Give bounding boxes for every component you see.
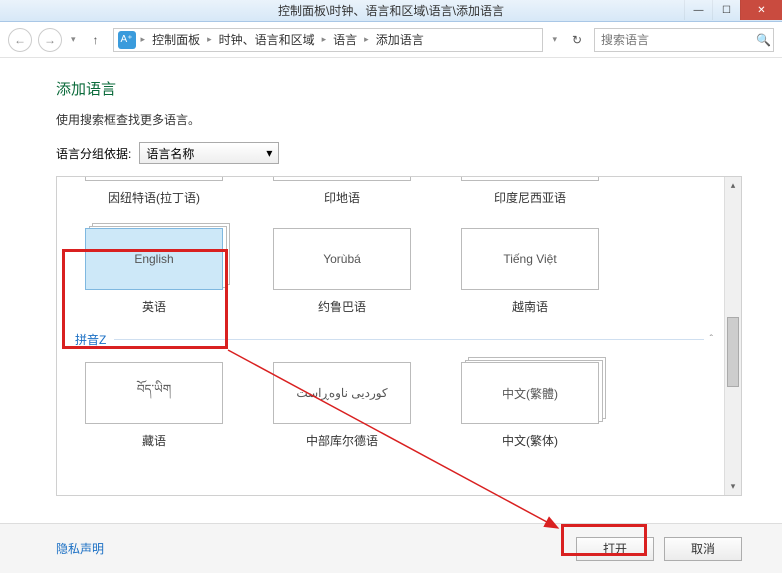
- language-label: 因纽特语(拉丁语): [108, 189, 200, 206]
- group-header-label: 拼音Z: [75, 331, 106, 348]
- language-item[interactable]: Inuktitut 因纽特语(拉丁语): [75, 181, 233, 206]
- language-item-english[interactable]: English 英语: [75, 228, 233, 315]
- language-label: 越南语: [512, 298, 548, 315]
- search-icon: 🔍: [756, 33, 771, 47]
- language-native-name: کوردیی ناوەڕاست: [296, 386, 387, 400]
- chevron-right-icon: ▸: [319, 34, 330, 45]
- language-native-name: Yorùbá: [323, 252, 361, 266]
- chevron-right-icon: ▸: [361, 34, 372, 45]
- breadcrumb-item[interactable]: 添加语言: [374, 31, 426, 48]
- refresh-button[interactable]: ↻: [566, 29, 588, 51]
- language-item[interactable]: नेपाली 印地语: [263, 181, 421, 206]
- arrow-right-icon: →: [44, 33, 56, 47]
- arrow-up-icon: ↑: [93, 33, 99, 47]
- breadcrumb-item[interactable]: 控制面板: [150, 31, 202, 48]
- language-list: Inuktitut 因纽特语(拉丁语) नेपाली 印地语 Bahasa In…: [56, 176, 742, 496]
- arrow-left-icon: ←: [14, 33, 26, 47]
- up-button[interactable]: ↑: [85, 29, 107, 51]
- collapse-icon[interactable]: ˆ: [710, 334, 713, 345]
- language-tile: English: [85, 228, 223, 290]
- language-label: 中部库尔德语: [306, 432, 378, 449]
- scrollbar[interactable]: ▴ ▾: [724, 177, 741, 495]
- open-button[interactable]: 打开: [576, 537, 654, 561]
- language-tile: བོད་ཡིག: [85, 362, 223, 424]
- chevron-right-icon: ▸: [138, 34, 149, 45]
- breadcrumb-dropdown[interactable]: ▾: [552, 34, 557, 45]
- language-tile: Tiếng Việt: [461, 228, 599, 290]
- close-button[interactable]: ✕: [740, 0, 782, 20]
- titlebar: 控制面板\时钟、语言和区域\语言\添加语言 — ☐ ✕: [0, 0, 782, 22]
- language-label: 英语: [142, 298, 166, 315]
- search-input[interactable]: [601, 33, 756, 47]
- language-native-name: 中文(繁體): [502, 385, 558, 402]
- window-title: 控制面板\时钟、语言和区域\语言\添加语言: [278, 2, 504, 19]
- globe-icon: A⁺: [118, 31, 136, 49]
- language-native-name: བོད་ཡིག: [137, 376, 171, 410]
- language-label: 藏语: [142, 432, 166, 449]
- language-tile: کوردیی ناوەڕاست: [273, 362, 411, 424]
- search-box[interactable]: 🔍: [594, 28, 774, 52]
- language-tile: नेपाली: [273, 177, 411, 181]
- scroll-down-icon[interactable]: ▾: [725, 478, 741, 495]
- language-label: 印地语: [324, 189, 360, 206]
- privacy-link[interactable]: 隐私声明: [56, 540, 104, 557]
- language-native-name: Tiếng Việt: [503, 252, 556, 266]
- history-dropdown[interactable]: ▾: [71, 34, 76, 45]
- language-row: Inuktitut 因纽特语(拉丁语) नेपाली 印地语 Bahasa In…: [65, 177, 723, 216]
- language-label: 中文(繁体): [502, 432, 558, 449]
- content-area: 添加语言 使用搜索框查找更多语言。 语言分组依据: 语言名称 ▾ Inuktit…: [0, 58, 782, 496]
- language-row: English 英语 Yorùbá 约鲁巴语 Tiếng Việt 越南语: [65, 216, 723, 325]
- toolbar: ← → ▾ ↑ A⁺ ▸ 控制面板 ▸ 时钟、语言和区域 ▸ 语言 ▸ 添加语言…: [0, 22, 782, 58]
- footer: 隐私声明 打开 取消: [0, 523, 782, 573]
- scroll-thumb[interactable]: [727, 317, 739, 387]
- group-by-value: 语言名称: [146, 145, 194, 162]
- language-tile: Yorùbá: [273, 228, 411, 290]
- breadcrumb[interactable]: A⁺ ▸ 控制面板 ▸ 时钟、语言和区域 ▸ 语言 ▸ 添加语言: [113, 28, 544, 52]
- language-row: བོད་ཡིག 藏语 کوردیی ناوەڕاست 中部库尔德语 中文(繁體)…: [65, 350, 723, 459]
- minimize-button[interactable]: —: [684, 0, 712, 20]
- breadcrumb-item[interactable]: 语言: [331, 31, 359, 48]
- language-item[interactable]: 中文(繁體) 中文(繁体): [451, 362, 609, 449]
- group-by-select[interactable]: 语言名称 ▾: [139, 142, 279, 164]
- hint-text: 使用搜索框查找更多语言。: [56, 111, 742, 128]
- group-by-label: 语言分组依据:: [56, 145, 131, 162]
- language-item[interactable]: کوردیی ناوەڕاست 中部库尔德语: [263, 362, 421, 449]
- window-controls: — ☐ ✕: [684, 0, 782, 20]
- language-label: 印度尼西亚语: [494, 189, 566, 206]
- breadcrumb-item[interactable]: 时钟、语言和区域: [217, 31, 317, 48]
- maximize-button[interactable]: ☐: [712, 0, 740, 20]
- chevron-right-icon: ▸: [204, 34, 215, 45]
- language-item[interactable]: Bahasa Indonesia 印度尼西亚语: [451, 181, 609, 206]
- group-by-row: 语言分组依据: 语言名称 ▾: [56, 142, 742, 164]
- page-title: 添加语言: [56, 78, 742, 99]
- language-label: 约鲁巴语: [318, 298, 366, 315]
- language-item[interactable]: Yorùbá 约鲁巴语: [263, 228, 421, 315]
- scroll-up-icon[interactable]: ▴: [725, 177, 741, 194]
- divider: [114, 339, 703, 340]
- language-item[interactable]: བོད་ཡིག 藏语: [75, 362, 233, 449]
- language-tile: Bahasa Indonesia: [461, 177, 599, 181]
- refresh-icon: ↻: [572, 33, 582, 47]
- language-native-name: English: [134, 252, 173, 266]
- language-tile: 中文(繁體): [461, 362, 599, 424]
- chevron-down-icon: ▾: [266, 146, 272, 160]
- forward-button[interactable]: →: [38, 28, 62, 52]
- language-item[interactable]: Tiếng Việt 越南语: [451, 228, 609, 315]
- language-tile: Inuktitut: [85, 177, 223, 181]
- cancel-button[interactable]: 取消: [664, 537, 742, 561]
- back-button[interactable]: ←: [8, 28, 32, 52]
- group-header-z[interactable]: 拼音Z ˆ: [65, 325, 723, 350]
